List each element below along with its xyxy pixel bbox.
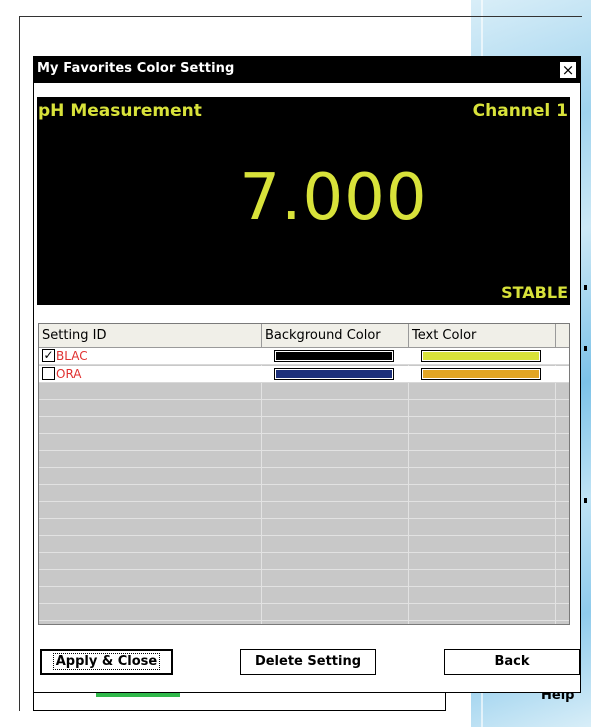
empty-row — [39, 401, 569, 417]
row-setting-id: BLAC — [56, 349, 88, 363]
swatch-fill — [276, 352, 392, 360]
background-color-swatch[interactable] — [274, 368, 394, 380]
empty-row — [39, 537, 569, 553]
row-setting-id: ORA — [56, 367, 82, 381]
empty-row — [39, 452, 569, 468]
text-color-swatch[interactable] — [421, 350, 541, 362]
background-tick — [584, 285, 587, 290]
preview-reading-value: 7.000 — [239, 161, 428, 235]
apply-close-button[interactable]: Apply & Close — [40, 649, 173, 675]
dialog-title: My Favorites Color Setting — [37, 61, 235, 76]
back-button[interactable]: Back — [444, 649, 580, 675]
empty-row — [39, 503, 569, 519]
background-tick — [584, 498, 587, 503]
row-checkbox[interactable] — [42, 367, 55, 380]
empty-row — [39, 384, 569, 400]
background-color-swatch[interactable] — [274, 350, 394, 362]
table-row[interactable]: ORA — [39, 366, 569, 383]
swatch-fill — [423, 352, 539, 360]
apply-close-label: Apply & Close — [52, 653, 161, 670]
swatch-fill — [276, 370, 392, 378]
dialog-titlebar: My Favorites Color Setting × — [34, 57, 580, 83]
empty-row — [39, 605, 569, 621]
row-checkbox[interactable]: ✓ — [42, 349, 55, 362]
grid-header: Setting ID Background Color Text Color — [39, 324, 569, 348]
column-header-text-color[interactable]: Text Color — [409, 324, 556, 347]
color-preview-panel: pH Measurement Channel 1 7.000 STABLE — [37, 97, 570, 305]
preview-status-label: STABLE — [501, 283, 568, 302]
empty-row — [39, 486, 569, 502]
empty-row — [39, 588, 569, 604]
empty-row — [39, 435, 569, 451]
background-panel — [33, 692, 446, 711]
empty-row — [39, 469, 569, 485]
column-header-background-color[interactable]: Background Color — [262, 324, 409, 347]
empty-row — [39, 520, 569, 536]
empty-row — [39, 571, 569, 587]
empty-row — [39, 418, 569, 434]
empty-row — [39, 554, 569, 570]
column-header-setting-id[interactable]: Setting ID — [39, 324, 262, 347]
table-row[interactable]: ✓ BLAC — [39, 348, 569, 365]
close-icon[interactable]: × — [559, 61, 577, 79]
swatch-fill — [423, 370, 539, 378]
settings-grid[interactable]: Setting ID Background Color Text Color ✓… — [38, 323, 570, 625]
preview-measurement-title: pH Measurement — [38, 101, 202, 121]
text-color-swatch[interactable] — [421, 368, 541, 380]
preview-channel-label: Channel 1 — [472, 101, 568, 121]
color-setting-dialog: My Favorites Color Setting × pH Measurem… — [33, 56, 581, 693]
delete-setting-button[interactable]: Delete Setting — [240, 649, 376, 675]
background-tick — [584, 346, 587, 351]
